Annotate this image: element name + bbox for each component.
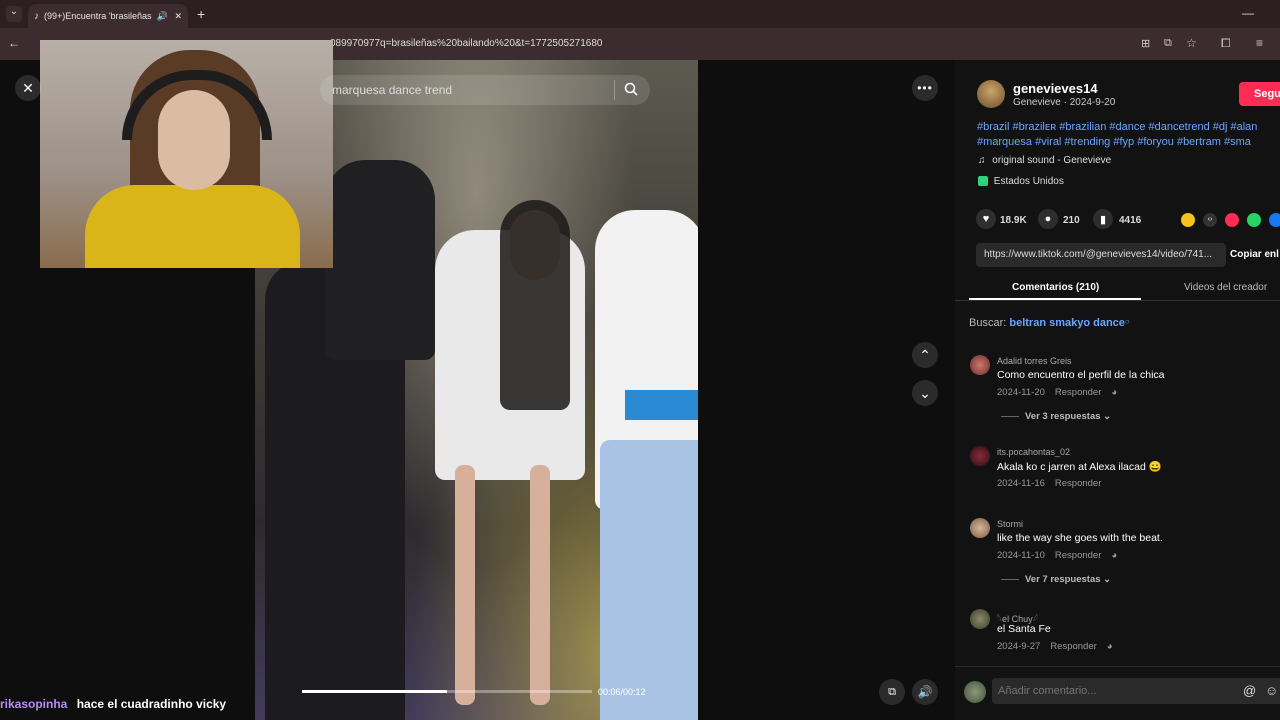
close-tab-icon[interactable]: ✕ <box>174 11 182 22</box>
translate-icon[interactable]: ⊞ <box>1141 37 1150 50</box>
heart-icon[interactable]: ♥ <box>976 209 996 229</box>
search-icon[interactable] <box>624 82 638 96</box>
share-emoji-icon[interactable] <box>1181 213 1195 227</box>
comment-avatar[interactable] <box>970 355 990 375</box>
comment-meta: 2024-9-27 Responder ◕ <box>997 641 1123 652</box>
my-avatar <box>964 681 986 703</box>
tabs-divider <box>955 300 1280 301</box>
whatsapp-icon[interactable] <box>1247 213 1261 227</box>
embed-icon[interactable]: ‹› <box>1203 213 1217 227</box>
speaker-icon: 🔊 <box>156 10 168 21</box>
comment-input[interactable] <box>992 678 1280 704</box>
reply-button[interactable]: Responder <box>1055 550 1101 561</box>
comment-text: Akala ko c jarren at Alexa ilacad 😄 <box>997 461 1162 473</box>
extensions-icon[interactable]: ⧠ <box>1221 36 1231 51</box>
view-replies-label[interactable]: Ver 7 respuestas <box>1025 574 1101 585</box>
comment-username[interactable]: Stormi <box>997 519 1023 529</box>
more-options-button[interactable]: ••• <box>912 75 938 101</box>
chat-text: hace el cuadradinho vicky <box>76 697 227 711</box>
comment-date: 2024-11-16 <box>997 478 1045 489</box>
reply-button[interactable]: Responder <box>1050 641 1096 652</box>
video-search-query[interactable]: marquesa dance trend <box>332 83 452 97</box>
bookmark-icon[interactable]: ▮ <box>1093 209 1113 229</box>
hashtags-line-1[interactable]: #brazil #brazilᴇʀ #brazilian #dance #dan… <box>977 120 1280 135</box>
browser-tab[interactable]: ♪ (99+)Encuentra 'brasileñas 🔊 ✕ <box>28 4 188 28</box>
playback-time: 00:06/00:12 <box>598 687 646 697</box>
bookmark-star-icon[interactable]: ☆ <box>1186 36 1197 50</box>
reaction-icon[interactable]: ◕ <box>1111 550 1117 561</box>
search-divider <box>614 80 615 100</box>
tab-comments[interactable]: Comentarios (210) <box>1012 282 1099 293</box>
reaction-icon[interactable]: ◕ <box>1107 641 1113 652</box>
tab-list-button[interactable]: ⌄ <box>6 6 22 22</box>
pip-icon[interactable]: ⧉ <box>879 679 905 705</box>
comment-text: like the way she goes with the beat. <box>997 532 1163 544</box>
comment-text: Como encuentro el perfil de la chica <box>997 369 1165 381</box>
comment-username[interactable]: Adalid torres Greis <box>997 356 1072 366</box>
video-link[interactable]: https://www.tiktok.com/@genevieves14/vid… <box>976 243 1226 267</box>
close-video-button[interactable]: ✕ <box>15 75 41 101</box>
creator-subline: Genevieve · 2024-9-20 <box>1013 97 1116 108</box>
view-replies-button[interactable]: Ver 3 respuestas ⌄ <box>1001 411 1111 422</box>
search-suggestion-query[interactable]: beltran smakyo dance <box>1009 317 1125 329</box>
location-name: Estados Unidos <box>993 176 1064 187</box>
back-button[interactable]: ← <box>8 36 20 50</box>
tab-title: (99+)Encuentra 'brasileñas <box>44 11 152 21</box>
tab-creator-videos[interactable]: Videos del creador <box>1184 282 1267 293</box>
search-suggestion[interactable]: Buscar: beltran smakyo dance○ <box>969 317 1130 329</box>
dancer-back <box>325 160 435 360</box>
location-row: Estados Unidos <box>978 176 1064 187</box>
comment-date: 2024-9-27 <box>997 641 1041 652</box>
tiktok-icon: ♪ <box>34 10 39 22</box>
comment-meta: 2024-11-20 Responder ◕ <box>997 387 1127 398</box>
comment-icon[interactable]: ● <box>1038 209 1058 229</box>
comment-avatar[interactable] <box>970 518 990 538</box>
comment-text: el Santa Fe <box>997 623 1051 635</box>
volume-icon[interactable]: 🔊 <box>912 679 938 705</box>
sound-row[interactable]: ♫ original sound - Genevieve <box>978 155 1111 166</box>
location-icon <box>978 176 988 187</box>
menu-icon[interactable]: ≡ <box>1256 36 1263 50</box>
reply-button[interactable]: Responder <box>1055 478 1101 489</box>
browser-tab-bar <box>0 0 1280 28</box>
streamer-webcam <box>40 40 333 268</box>
follow-button[interactable]: Segu <box>1239 82 1280 106</box>
copy-link-button[interactable]: Copiar enl <box>1230 249 1279 260</box>
facebook-icon[interactable] <box>1269 213 1280 227</box>
next-video-button[interactable]: ⌄ <box>912 380 938 406</box>
previous-video-button[interactable]: ⌃ <box>912 342 938 368</box>
comment-avatar[interactable] <box>970 609 990 629</box>
comment-date: 2024-11-20 <box>997 387 1045 398</box>
comment-meta: 2024-11-10 Responder ◕ <box>997 550 1127 561</box>
sound-name[interactable]: original sound - Genevieve <box>992 155 1111 166</box>
search-small-icon: ○ <box>1124 317 1130 326</box>
comment-username[interactable]: its.pocahontas_02 <box>997 447 1070 457</box>
reaction-icon[interactable]: ◕ <box>1111 387 1117 398</box>
comments-count: 210 <box>1063 215 1080 226</box>
emoji-icon[interactable]: ☺ <box>1265 683 1278 698</box>
send-icon[interactable] <box>1225 213 1239 227</box>
view-replies-button[interactable]: Ver 7 respuestas ⌄ <box>1001 574 1111 585</box>
minimize-button[interactable]: — <box>1242 6 1254 20</box>
comment-meta: 2024-11-16 Responder <box>997 478 1111 489</box>
chat-message: rikasopinha hace el cuadradinho vicky <box>0 697 226 711</box>
view-replies-label[interactable]: Ver 3 respuestas <box>1025 411 1101 422</box>
hashtags-line-2[interactable]: #marquesa #viral #trending #fyp #foryou … <box>977 135 1280 150</box>
new-tab-button[interactable]: + <box>197 6 205 22</box>
mention-icon[interactable]: @ <box>1243 683 1256 698</box>
saves-count: 4416 <box>1119 215 1142 226</box>
hashtags[interactable]: #brazil #brazilᴇʀ #brazilian #dance #dan… <box>977 120 1280 150</box>
cast-icon[interactable]: ⧉ <box>1164 37 1172 50</box>
comment-date: 2024-11-10 <box>997 550 1045 561</box>
music-note-icon: ♫ <box>978 155 986 166</box>
search-suggestion-label: Buscar: <box>969 317 1007 329</box>
comment-avatar[interactable] <box>970 446 990 466</box>
reply-button[interactable]: Responder <box>1055 387 1101 398</box>
progress-fill <box>302 690 447 693</box>
creator-username[interactable]: genevieves14 <box>1013 81 1098 96</box>
likes-count: 18.9K <box>1000 215 1027 226</box>
chat-username: rikasopinha <box>0 697 68 711</box>
creator-avatar[interactable] <box>977 80 1005 108</box>
url-text[interactable]: 089970977q=brasileñas%20bailando%20&t=17… <box>330 38 602 49</box>
